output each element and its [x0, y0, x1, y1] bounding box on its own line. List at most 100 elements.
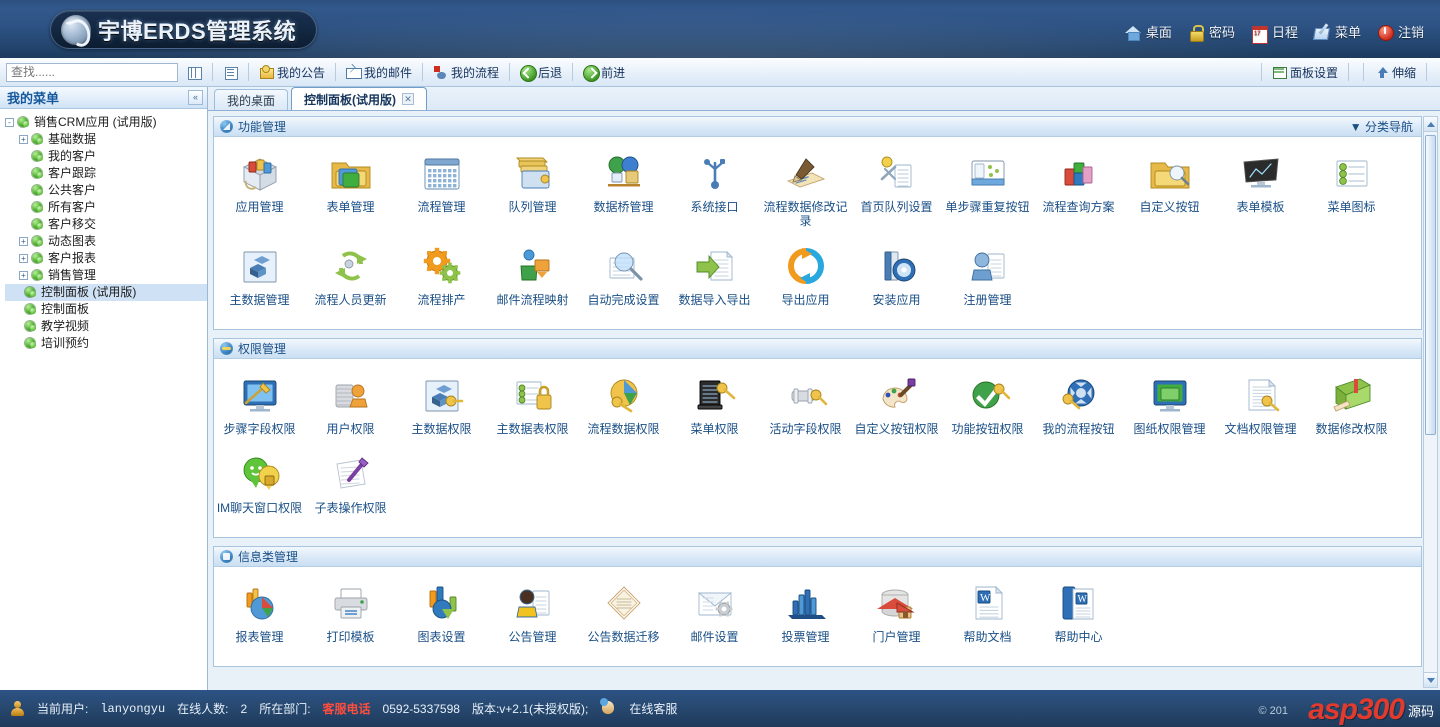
- icon-tile[interactable]: 菜单权限: [669, 371, 760, 450]
- tree-item[interactable]: 培训预约: [5, 335, 207, 352]
- back-button[interactable]: 后退: [517, 63, 565, 82]
- icon-tile[interactable]: 邮件设置: [669, 579, 760, 658]
- icon-tile[interactable]: 步骤字段权限: [214, 371, 305, 450]
- icon-tile[interactable]: 主数据表权限: [487, 371, 578, 450]
- icon-tile[interactable]: 数据桥管理: [578, 149, 669, 242]
- icon-tile[interactable]: 单步骤重复按钮: [942, 149, 1033, 242]
- topnav-logout[interactable]: 注销: [1377, 22, 1424, 41]
- icon-tile[interactable]: 流程数据修改记录: [760, 149, 851, 242]
- icon-tile[interactable]: W 帮助文档: [942, 579, 1033, 658]
- tree-item[interactable]: + 客户报表: [5, 250, 207, 267]
- menu-node-icon: [17, 116, 30, 129]
- topnav-password[interactable]: 密码: [1188, 22, 1235, 42]
- sidebar-collapse-button[interactable]: «: [188, 90, 203, 105]
- icon-tile[interactable]: 数据导入导出: [669, 242, 760, 321]
- icon-tile[interactable]: 流程数据权限: [578, 371, 669, 450]
- icon-tile[interactable]: 队列管理: [487, 149, 578, 242]
- icon-tile[interactable]: 自动完成设置: [578, 242, 669, 321]
- tree-item[interactable]: - 销售CRM应用 (试用版): [5, 114, 207, 131]
- icon-tile[interactable]: 我的流程按钮: [1033, 371, 1124, 450]
- my-announcements-button[interactable]: 我的公告: [256, 63, 328, 82]
- tree-item[interactable]: 客户移交: [5, 216, 207, 233]
- icon-tile[interactable]: 投票管理: [760, 579, 851, 658]
- icon-tile[interactable]: 报表管理: [214, 579, 305, 658]
- icon-tile[interactable]: 注册管理: [942, 242, 1033, 321]
- tree-item[interactable]: 控制面板 (试用版): [5, 284, 207, 301]
- icon-tile[interactable]: 表单模板: [1215, 149, 1306, 242]
- icon-tile[interactable]: 公告管理: [487, 579, 578, 658]
- tree-item[interactable]: + 基础数据: [5, 131, 207, 148]
- tab-item[interactable]: 我的桌面: [214, 89, 289, 110]
- icon-tile[interactable]: 自定义按钮权限: [851, 371, 942, 450]
- icon-tile[interactable]: IM聊天窗口权限: [214, 450, 305, 529]
- scrollbar-thumb[interactable]: [1425, 135, 1436, 435]
- tree-item[interactable]: + 动态图表: [5, 233, 207, 250]
- expand-node-icon[interactable]: +: [19, 254, 28, 263]
- scroll-up-arrow[interactable]: [1424, 117, 1437, 132]
- tree-item[interactable]: + 销售管理: [5, 267, 207, 284]
- icon-tile[interactable]: 门户管理: [851, 579, 942, 658]
- icon-tile[interactable]: 流程管理: [396, 149, 487, 242]
- tree-item[interactable]: 教学视频: [5, 318, 207, 335]
- list-panel-button[interactable]: [220, 64, 241, 81]
- expand-node-icon[interactable]: +: [19, 135, 28, 144]
- icon-tile[interactable]: 流程排产: [396, 242, 487, 321]
- online-service-icon[interactable]: [600, 698, 617, 717]
- icon-tile[interactable]: 安装应用: [851, 242, 942, 321]
- field-key-icon: [782, 388, 830, 422]
- online-service-label[interactable]: 在线客服: [629, 700, 677, 717]
- tree-item[interactable]: 所有客户: [5, 199, 207, 216]
- tree-item[interactable]: 客户跟踪: [5, 165, 207, 182]
- icon-tile[interactable]: 文档权限管理: [1215, 371, 1306, 450]
- group-header[interactable]: 权限管理: [214, 339, 1421, 359]
- expand-node-icon[interactable]: +: [19, 271, 28, 280]
- flow-query-blocks-icon: [1055, 162, 1103, 200]
- icon-tile[interactable]: 菜单图标: [1306, 149, 1397, 242]
- icon-tile[interactable]: 系统接口: [669, 149, 760, 242]
- tree-grid-button[interactable]: [184, 64, 205, 81]
- icon-tile[interactable]: 应用管理: [214, 149, 305, 242]
- icon-tile[interactable]: 导出应用: [760, 242, 851, 321]
- icon-tile[interactable]: 打印模板: [305, 579, 396, 658]
- sync-circle-icon: [782, 248, 830, 293]
- icon-tile[interactable]: 流程查询方案: [1033, 149, 1124, 242]
- icon-tile[interactable]: 表单管理: [305, 149, 396, 242]
- topnav-desktop[interactable]: 桌面: [1124, 22, 1172, 41]
- icon-tile[interactable]: 子表操作权限: [305, 450, 396, 529]
- icon-tile[interactable]: 功能按钮权限: [942, 371, 1033, 450]
- topnav-schedule[interactable]: 日程: [1251, 22, 1298, 44]
- tree-item[interactable]: 控制面板: [5, 301, 207, 318]
- search-input[interactable]: [6, 62, 178, 82]
- forward-button[interactable]: 前进: [580, 63, 628, 82]
- icon-tile[interactable]: 用户权限: [305, 371, 396, 450]
- tab-item[interactable]: 控制面板(试用版) ✕: [291, 87, 428, 110]
- category-nav-button[interactable]: ▼ 分类导航: [1350, 118, 1413, 135]
- icon-tile[interactable]: 活动字段权限: [760, 371, 851, 450]
- icon-tile[interactable]: 首页队列设置: [851, 149, 942, 242]
- icon-tile[interactable]: 邮件流程映射: [487, 242, 578, 321]
- tree-item[interactable]: 公共客户: [5, 182, 207, 199]
- panel-settings-button[interactable]: 面板设置: [1269, 63, 1341, 82]
- icon-tile[interactable]: 公告数据迁移: [578, 579, 669, 658]
- icon-tile[interactable]: 图纸权限管理: [1124, 371, 1215, 450]
- group-header[interactable]: 信息类管理: [214, 547, 1421, 567]
- icon-tile[interactable]: W 帮助中心: [1033, 579, 1124, 658]
- icon-tile[interactable]: 数据修改权限: [1306, 371, 1397, 450]
- collapse-node-icon[interactable]: -: [5, 118, 14, 127]
- close-icon[interactable]: ✕: [402, 93, 415, 105]
- icon-tile[interactable]: 流程人员更新: [305, 242, 396, 321]
- icon-tile[interactable]: 主数据管理: [214, 242, 305, 321]
- expand-node-icon[interactable]: +: [19, 237, 28, 246]
- scroll-down-arrow[interactable]: [1424, 672, 1437, 687]
- tree-item[interactable]: 我的客户: [5, 148, 207, 165]
- vertical-scrollbar[interactable]: [1423, 116, 1438, 688]
- my-mail-button[interactable]: 我的邮件: [343, 63, 415, 82]
- my-workflow-button[interactable]: 我的流程: [430, 63, 502, 82]
- icon-tile[interactable]: 图表设置: [396, 579, 487, 658]
- icon-tile[interactable]: 自定义按钮: [1124, 149, 1215, 242]
- refresh-people-icon: [327, 251, 375, 293]
- expand-collapse-button[interactable]: 伸缩: [1371, 63, 1419, 82]
- icon-tile[interactable]: 主数据权限: [396, 371, 487, 450]
- group-header[interactable]: 功能管理 ▼ 分类导航: [214, 117, 1421, 137]
- topnav-menu[interactable]: 菜单: [1314, 22, 1361, 41]
